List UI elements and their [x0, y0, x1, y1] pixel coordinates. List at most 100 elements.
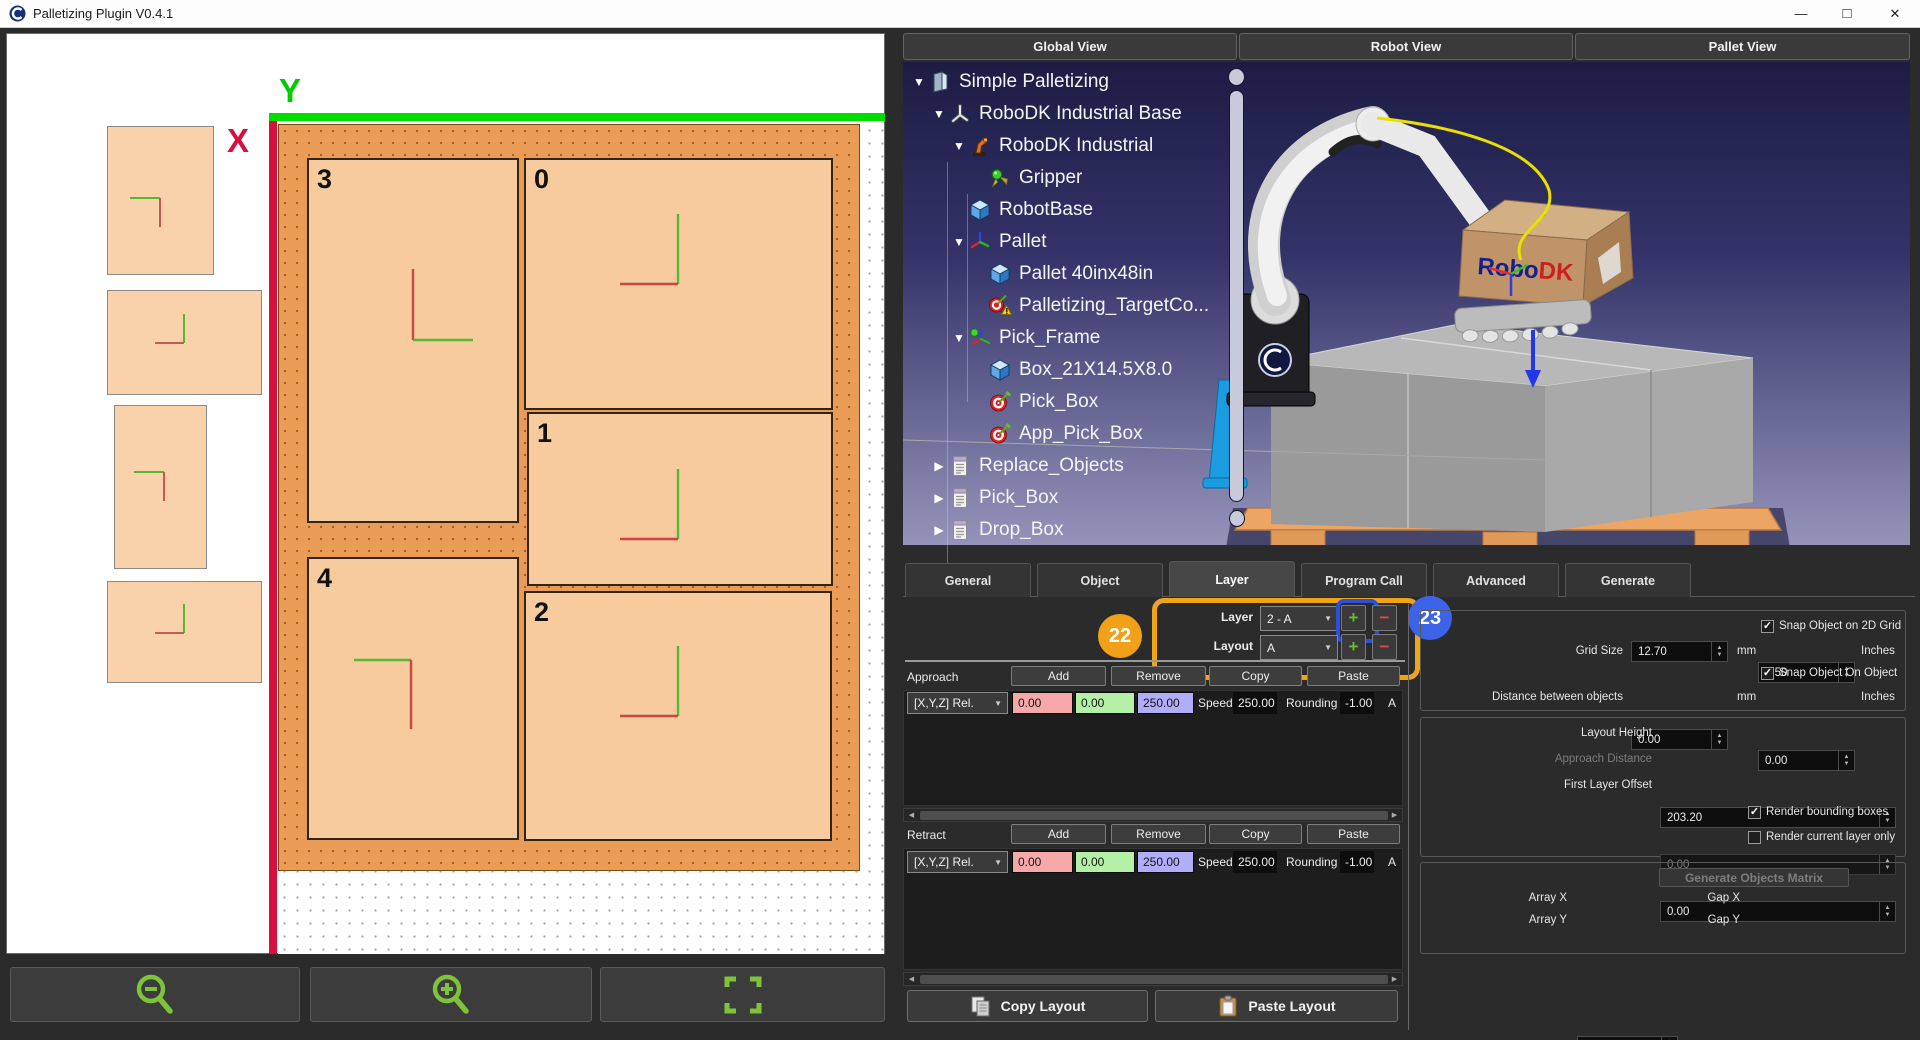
tab-global-view[interactable]: Global View: [903, 33, 1237, 60]
scrollbar-thumb[interactable]: [920, 975, 1388, 984]
layout-select[interactable]: A ▼: [1260, 635, 1338, 660]
layer-select[interactable]: 2 - A ▼: [1260, 606, 1338, 631]
panel-divider: [1408, 604, 1409, 1030]
grid-size-mm-spinner[interactable]: 12.70▲▼: [1631, 641, 1728, 662]
approach-hscrollbar[interactable]: ◀ ▶: [903, 808, 1403, 822]
tree-expander-icon[interactable]: ▼: [950, 139, 968, 153]
approach-rounding-label: Rounding: [1286, 696, 1337, 710]
tree-item[interactable]: ▶ Drop_Box: [910, 514, 1230, 546]
retract-x-field[interactable]: 0.00: [1012, 851, 1073, 873]
add-layer-button[interactable]: +: [1341, 605, 1366, 631]
approach-x-field[interactable]: 0.00: [1012, 692, 1073, 714]
tree-item[interactable]: RobotBase: [910, 194, 1230, 226]
maximize-button[interactable]: □: [1824, 0, 1870, 27]
retract-z-field[interactable]: 250.00: [1137, 851, 1194, 873]
retract-rounding-field[interactable]: -1.00: [1340, 851, 1374, 873]
tree-scrollbar-top[interactable]: [1228, 68, 1245, 86]
snap-object-checkbox[interactable]: ✓: [1761, 667, 1774, 680]
retract-add-button[interactable]: Add: [1011, 824, 1106, 844]
layout-label: Layout: [1198, 639, 1253, 653]
tree-item[interactable]: ▼ Pick_Frame: [910, 322, 1230, 354]
copy-layout-button[interactable]: Copy Layout: [907, 990, 1148, 1022]
zoom-in-button[interactable]: [310, 967, 592, 1022]
retract-remove-button[interactable]: Remove: [1111, 824, 1206, 844]
zoom-out-button[interactable]: [10, 967, 300, 1022]
scroll-left-icon[interactable]: ◀: [905, 810, 918, 820]
tree-item[interactable]: ▶ Replace_Objects: [910, 450, 1230, 482]
tab-layer[interactable]: Layer: [1169, 561, 1295, 597]
tree-item[interactable]: Gripper: [910, 162, 1230, 194]
scroll-right-icon[interactable]: ▶: [1388, 974, 1401, 984]
tree-item[interactable]: ▼ Pallet: [910, 226, 1230, 258]
tree-expander-icon[interactable]: ▶: [930, 459, 948, 473]
remove-layout-button[interactable]: −: [1372, 634, 1397, 660]
tree-expander-icon[interactable]: ▶: [930, 491, 948, 505]
minimize-button[interactable]: —: [1778, 0, 1824, 27]
tab-object[interactable]: Object: [1037, 563, 1163, 597]
tree-item[interactable]: App_Pick_Box: [910, 418, 1230, 450]
retract-paste-button[interactable]: Paste: [1307, 824, 1400, 844]
remove-layer-button[interactable]: −: [1372, 605, 1397, 631]
array-x-spinner[interactable]: 3▲▼: [1577, 1036, 1678, 1040]
snap-2d-grid-checkbox[interactable]: ✓: [1761, 620, 1774, 633]
tab-robot-view[interactable]: Robot View: [1239, 33, 1573, 60]
viewport-3d[interactable]: RoboDK: [903, 62, 1910, 545]
approach-paste-button[interactable]: Paste: [1307, 666, 1400, 686]
approach-mode-select[interactable]: [X,Y,Z] Rel. ▼: [907, 692, 1008, 714]
add-layout-button[interactable]: +: [1341, 634, 1366, 660]
tree-item[interactable]: ▼ Simple Palletizing: [910, 66, 1230, 98]
frame-axes-icon: [968, 230, 992, 254]
tree-expander-icon[interactable]: ▶: [930, 523, 948, 537]
tree-item[interactable]: ▼ RoboDK Industrial Base: [910, 98, 1230, 130]
paste-layout-button[interactable]: Paste Layout: [1155, 990, 1398, 1022]
retract-y-field[interactable]: 0.00: [1075, 851, 1135, 873]
render-bounding-boxes-checkbox[interactable]: ✓: [1748, 806, 1761, 819]
retract-hscrollbar[interactable]: ◀ ▶: [903, 972, 1403, 986]
tab-advanced[interactable]: Advanced: [1433, 563, 1559, 597]
retract-copy-button[interactable]: Copy: [1209, 824, 1302, 844]
tree-item[interactable]: Pick_Box: [910, 386, 1230, 418]
inches-unit-label: Inches: [1861, 645, 1895, 657]
approach-mode-value: [X,Y,Z] Rel.: [914, 696, 974, 710]
approach-rounding-field[interactable]: -1.00: [1340, 692, 1374, 714]
scrollbar-thumb[interactable]: [920, 811, 1388, 820]
approach-z-field[interactable]: 250.00: [1137, 692, 1194, 714]
copy-icon: [970, 995, 992, 1017]
close-button[interactable]: ✕: [1870, 0, 1920, 27]
tree-expander-icon[interactable]: ▼: [950, 235, 968, 249]
tree-scrollbar-thumb[interactable]: [1229, 90, 1244, 502]
scroll-left-icon[interactable]: ◀: [905, 974, 918, 984]
tab-program-call[interactable]: Program Call: [1301, 563, 1427, 597]
spinner-arrows[interactable]: ▲▼: [1711, 642, 1727, 661]
tree-item[interactable]: ▼ RoboDK Industrial: [910, 130, 1230, 162]
approach-speed-field[interactable]: 250.00: [1233, 692, 1277, 714]
layout-2d-canvas[interactable]: Y X 3 0 1 4 2: [6, 33, 885, 954]
tree-item[interactable]: ▶ Pick_Box: [910, 482, 1230, 514]
approach-title: Approach: [907, 670, 958, 684]
cube-icon: [968, 198, 992, 222]
approach-copy-button[interactable]: Copy: [1209, 666, 1302, 686]
tree-scrollbar-bottom[interactable]: [1229, 510, 1245, 527]
tree-expander-icon[interactable]: ▼: [930, 107, 948, 121]
tab-label: Layer: [1215, 573, 1248, 587]
tree-item[interactable]: Box_21X14.5X8.0: [910, 354, 1230, 386]
approach-y-field[interactable]: 0.00: [1075, 692, 1135, 714]
retract-mode-select[interactable]: [X,Y,Z] Rel. ▼: [907, 851, 1008, 873]
tree-expander-icon[interactable]: ▼: [950, 331, 968, 345]
tab-label: Global View: [1033, 39, 1106, 54]
fit-view-button[interactable]: [600, 967, 885, 1022]
tree-expander-icon[interactable]: ▼: [910, 75, 928, 89]
approach-add-button[interactable]: Add: [1011, 666, 1106, 686]
tree-item[interactable]: Pallet 40inx48in: [910, 258, 1230, 290]
retract-speed-field[interactable]: 250.00: [1233, 851, 1277, 873]
tree-item-label: RoboDK Industrial Base: [972, 103, 1182, 125]
tree-item[interactable]: Palletizing_TargetCo...: [910, 290, 1230, 322]
tab-generate[interactable]: Generate: [1565, 563, 1691, 597]
generate-objects-matrix-button[interactable]: Generate Objects Matrix: [1659, 868, 1849, 887]
render-current-layer-checkbox[interactable]: [1748, 831, 1761, 844]
tab-label: Robot View: [1371, 39, 1442, 54]
approach-remove-button[interactable]: Remove: [1111, 666, 1206, 686]
tab-general[interactable]: General: [905, 563, 1031, 597]
scroll-right-icon[interactable]: ▶: [1388, 810, 1401, 820]
tab-pallet-view[interactable]: Pallet View: [1575, 33, 1910, 60]
